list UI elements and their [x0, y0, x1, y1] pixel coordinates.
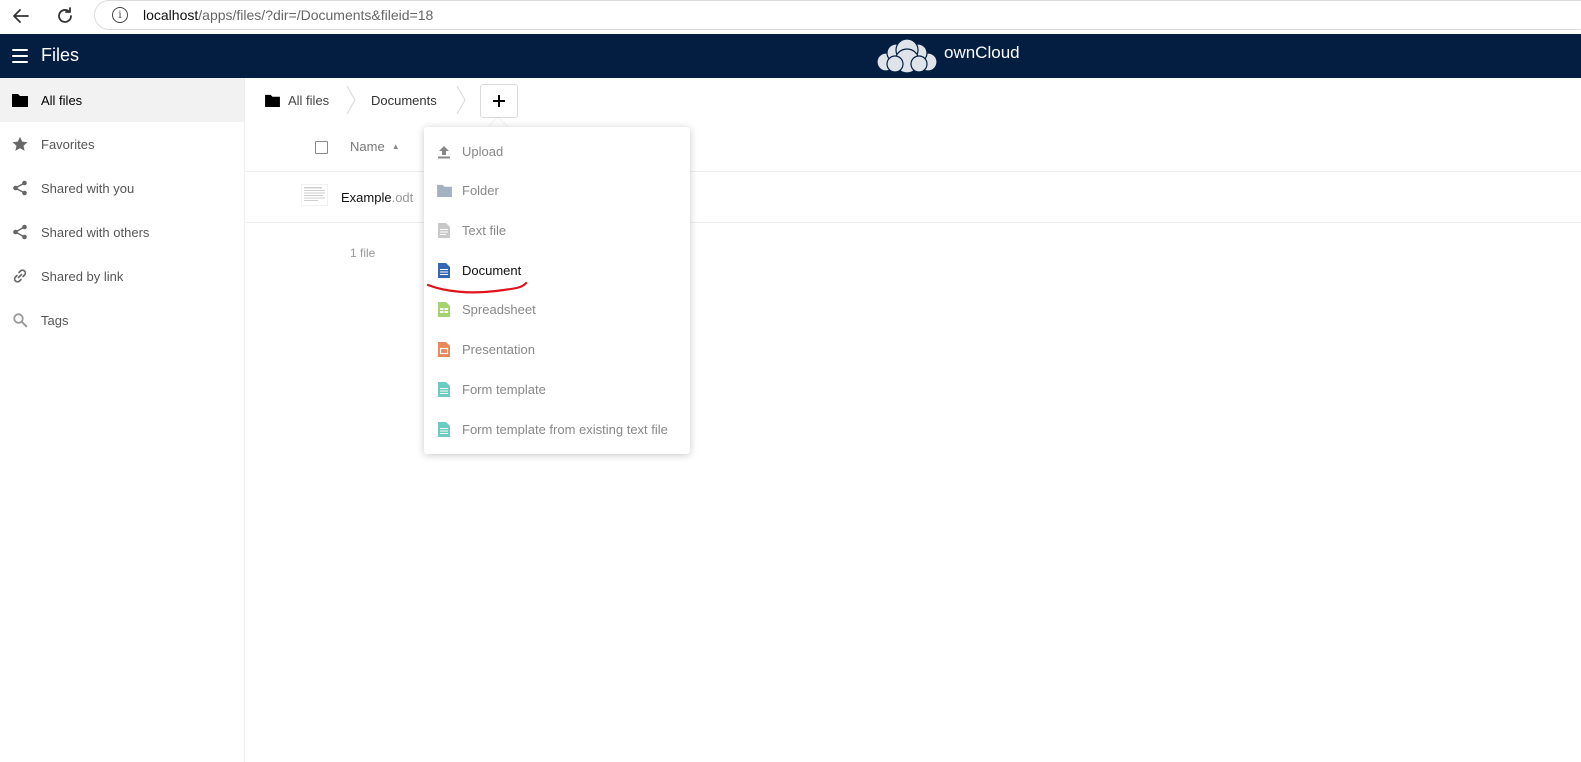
sort-ascending-icon: ▲	[391, 142, 400, 151]
menu-item-folder[interactable]: Folder	[424, 171, 690, 210]
folder-icon	[12, 92, 28, 108]
owncloud-logo-icon	[876, 38, 938, 74]
sidebar-item-tags[interactable]: Tags	[0, 298, 244, 342]
document-thumbnail-icon	[301, 184, 328, 206]
text-file-icon	[436, 223, 452, 239]
new-button[interactable]	[480, 84, 518, 118]
menu-item-form-template-from-text[interactable]: Form template from existing text file	[424, 410, 690, 449]
sidebar-item-favorites[interactable]: Favorites	[0, 122, 244, 166]
file-count-summary: 1 file	[350, 246, 376, 260]
sidebar-item-label: Shared by link	[41, 268, 124, 284]
star-icon	[12, 136, 28, 152]
menu-item-label: Presentation	[462, 342, 535, 357]
share-icon	[12, 180, 28, 196]
file-name[interactable]: Example.odt	[341, 190, 413, 205]
menu-item-upload[interactable]: Upload	[424, 132, 690, 171]
browser-toolbar: i localhost/apps/files/?dir=/Documents&f…	[0, 0, 1581, 33]
url-text[interactable]: localhost/apps/files/?dir=/Documents&fil…	[143, 7, 433, 23]
menu-item-label: Text file	[462, 223, 507, 238]
menu-item-label: Form template	[462, 382, 546, 397]
reload-button[interactable]	[52, 3, 78, 29]
sidebar-item-label: Shared with others	[41, 224, 150, 240]
plus-icon	[493, 95, 505, 107]
breadcrumb-separator	[456, 85, 466, 115]
link-icon	[12, 268, 28, 284]
sidebar-item-label: Favorites	[41, 136, 95, 152]
menu-item-label: Document	[462, 263, 522, 278]
sidebar-item-all-files[interactable]: All files	[0, 78, 244, 122]
column-name-sort[interactable]: Name ▲	[350, 139, 400, 154]
menu-item-label: Form template from existing text file	[462, 422, 668, 437]
sidebar-item-label: All files	[41, 92, 83, 108]
brand[interactable]: ownCloud	[876, 38, 1020, 74]
menu-item-form-template[interactable]: Form template	[424, 370, 690, 409]
document-icon	[436, 263, 452, 279]
select-all-checkbox[interactable]	[315, 141, 328, 154]
breadcrumb: All files Documents	[245, 78, 1581, 123]
app-header: Files ownCloud	[0, 34, 1581, 78]
folder-icon	[436, 183, 452, 199]
back-button[interactable]	[8, 3, 34, 29]
red-underline-annotation	[426, 281, 528, 294]
form-template-icon	[436, 422, 452, 438]
site-info-icon[interactable]: i	[112, 7, 128, 23]
column-name-label: Name	[350, 139, 385, 154]
breadcrumb-separator	[346, 85, 356, 115]
presentation-icon	[436, 342, 452, 358]
brand-name: ownCloud	[944, 43, 1020, 62]
sidebar-item-label: Shared with you	[41, 180, 135, 196]
menu-item-presentation[interactable]: Presentation	[424, 330, 690, 369]
arrow-left-icon	[13, 9, 29, 23]
menu-item-label: Folder	[462, 183, 499, 198]
menu-item-label: Spreadsheet	[462, 302, 536, 317]
breadcrumb-documents[interactable]: Documents	[371, 78, 437, 122]
reload-icon	[58, 7, 72, 23]
address-bar[interactable]: i localhost/apps/files/?dir=/Documents&f…	[94, 0, 1581, 30]
menu-item-spreadsheet[interactable]: Spreadsheet	[424, 290, 690, 329]
menu-item-label: Upload	[462, 144, 504, 159]
breadcrumb-label: Documents	[371, 92, 437, 108]
sidebar-item-shared-with-others[interactable]: Shared with others	[0, 210, 244, 254]
menu-item-text-file[interactable]: Text file	[424, 211, 690, 250]
sidebar-item-shared-by-link[interactable]: Shared by link	[0, 254, 244, 298]
hamburger-menu-icon[interactable]	[12, 49, 28, 63]
search-icon	[12, 312, 28, 328]
breadcrumb-all-files[interactable]: All files	[265, 78, 329, 122]
upload-icon	[436, 144, 452, 160]
spreadsheet-icon	[436, 302, 452, 318]
share-icon	[12, 224, 28, 240]
form-template-icon	[436, 382, 452, 398]
sidebar-item-shared-with-you[interactable]: Shared with you	[0, 166, 244, 210]
sidebar: All files Favorites Shared with you Shar…	[0, 78, 245, 762]
breadcrumb-label: All files	[288, 92, 330, 108]
sidebar-item-label: Tags	[41, 312, 69, 328]
app-title[interactable]: Files	[41, 45, 79, 66]
folder-icon	[265, 94, 280, 107]
